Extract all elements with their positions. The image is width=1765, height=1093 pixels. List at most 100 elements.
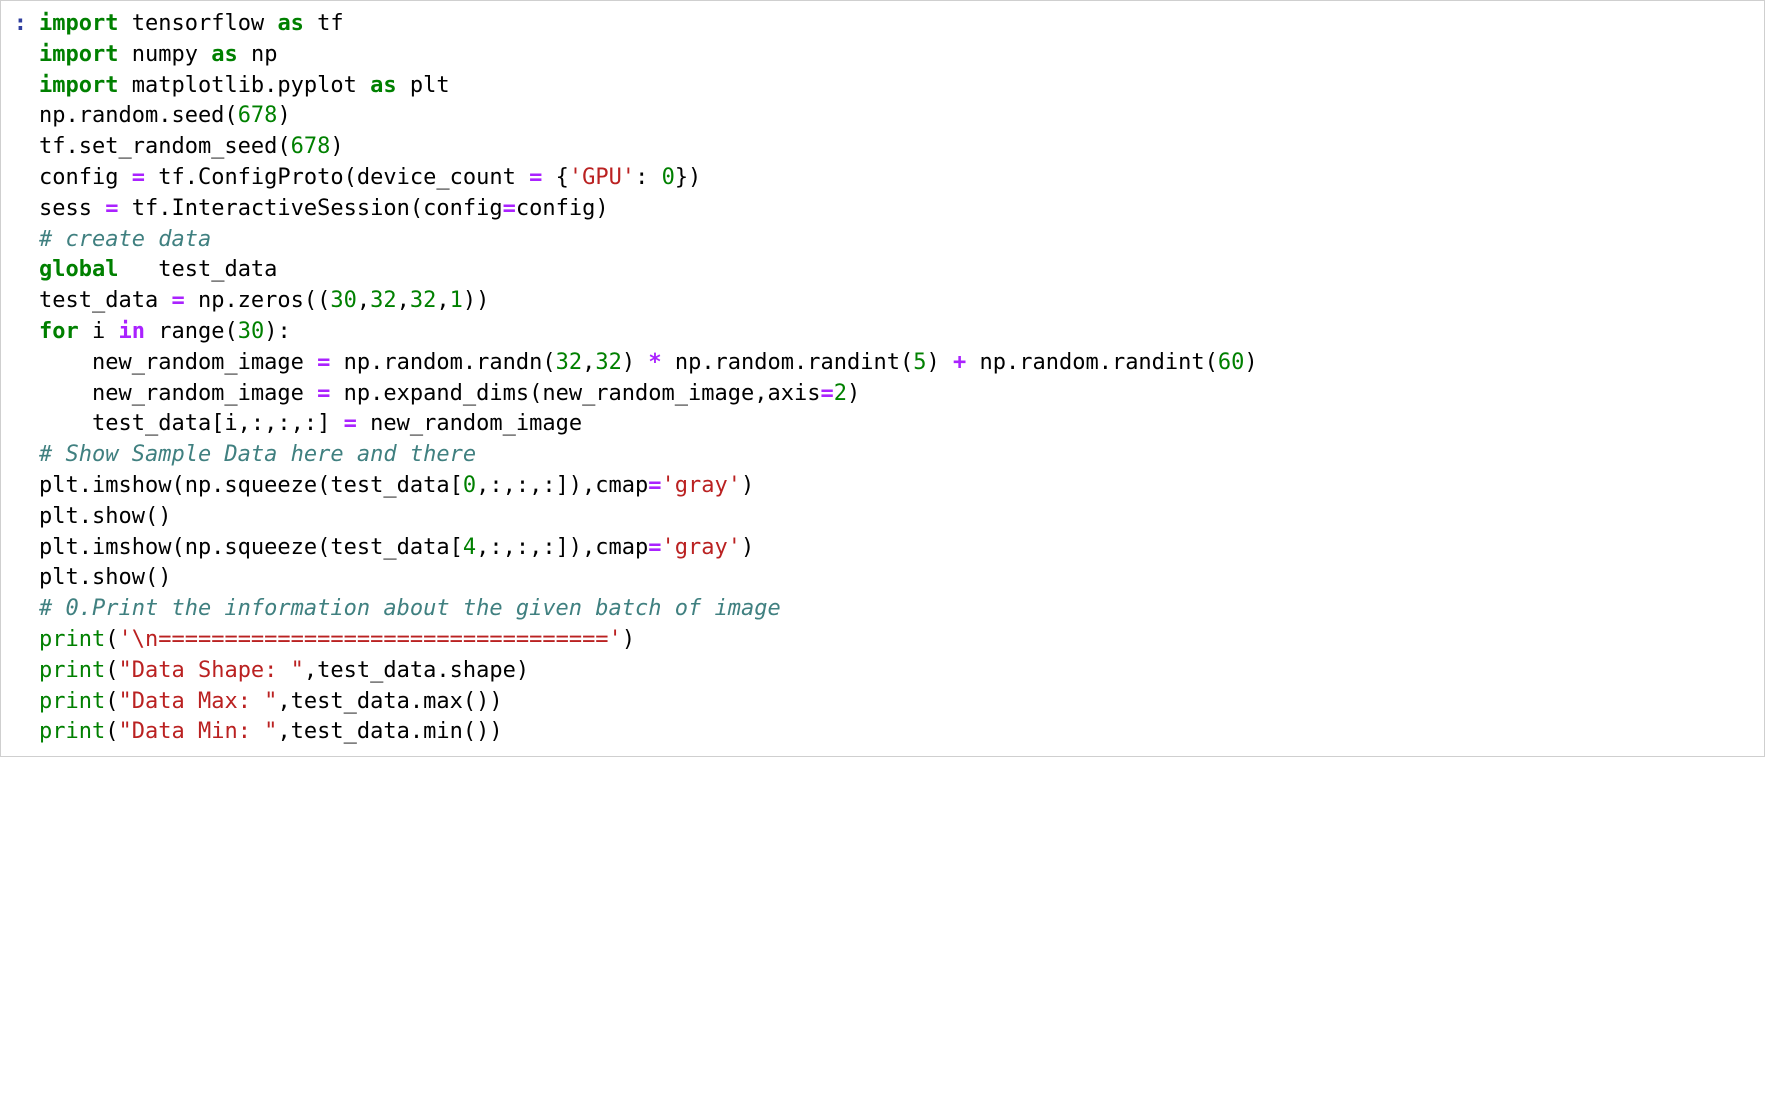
code-line: new_random_image = np.expand_dims(new_ra… xyxy=(39,379,1756,410)
code-line: plt.imshow(np.squeeze(test_data[4,:,:,:]… xyxy=(39,533,1756,564)
token-kw: as xyxy=(277,11,304,36)
token-num: 0 xyxy=(463,473,476,498)
token-plain: plt.imshow(np.squeeze(test_data[ xyxy=(39,473,463,498)
token-num: 5 xyxy=(913,350,926,375)
token-str: '\n==================================' xyxy=(118,627,621,652)
token-op: = xyxy=(317,350,330,375)
code-line: # create data xyxy=(39,225,1756,256)
token-plain: ) xyxy=(622,627,635,652)
token-plain: config xyxy=(39,165,132,190)
code-line: # 0.Print the information about the give… xyxy=(39,594,1756,625)
token-num: 30 xyxy=(238,319,265,344)
token-str: 'gray' xyxy=(662,473,741,498)
code-line: plt.show() xyxy=(39,563,1756,594)
token-plain: ,:,:,:]),cmap xyxy=(476,473,648,498)
token-plain: test_data xyxy=(39,288,171,313)
token-plain: np xyxy=(238,42,278,67)
token-num: 2 xyxy=(834,381,847,406)
token-plain: tensorflow xyxy=(118,11,277,36)
token-plain: ,test_data.max()) xyxy=(277,689,502,714)
token-plain: range( xyxy=(145,319,238,344)
token-plain: plt.show() xyxy=(39,565,171,590)
token-plain: np.random.randint( xyxy=(966,350,1218,375)
code-line: config = tf.ConfigProto(device_count = {… xyxy=(39,163,1756,194)
code-line: import tensorflow as tf xyxy=(39,9,1756,40)
token-plain: np.expand_dims(new_random_image,axis xyxy=(330,381,820,406)
token-op: = xyxy=(344,411,357,436)
token-plain: ,test_data.min()) xyxy=(277,719,502,744)
token-str: 'gray' xyxy=(662,535,741,560)
code-line: import numpy as np xyxy=(39,40,1756,71)
token-kw: as xyxy=(370,73,397,98)
code-line: test_data = np.zeros((30,32,32,1)) xyxy=(39,286,1756,317)
token-num: 32 xyxy=(410,288,437,313)
token-com: # 0.Print the information about the give… xyxy=(39,596,781,621)
token-plain: plt.imshow(np.squeeze(test_data[ xyxy=(39,535,463,560)
token-num: 32 xyxy=(370,288,397,313)
token-op: = xyxy=(105,196,118,221)
token-plain: np.zeros(( xyxy=(185,288,331,313)
token-plain: { xyxy=(542,165,569,190)
code-cell: : import tensorflow as tfimport numpy as… xyxy=(0,0,1765,757)
token-str: 'GPU' xyxy=(569,165,635,190)
token-num: 30 xyxy=(330,288,357,313)
token-num: 32 xyxy=(556,350,583,375)
token-op: = xyxy=(503,196,516,221)
token-plain: sess xyxy=(39,196,105,221)
token-plain: ( xyxy=(105,627,118,652)
token-plain: ,:,:,:]),cmap xyxy=(476,535,648,560)
token-num: 4 xyxy=(463,535,476,560)
token-num: 1 xyxy=(450,288,463,313)
token-bi: print xyxy=(39,658,105,683)
token-plain: ( xyxy=(105,658,118,683)
token-plain: numpy xyxy=(118,42,211,67)
token-plain: ) xyxy=(741,535,754,560)
code-line: print('\n===============================… xyxy=(39,625,1756,656)
token-kw: for xyxy=(39,319,79,344)
token-op: + xyxy=(953,350,966,375)
token-plain: i xyxy=(79,319,119,344)
token-plain: ) xyxy=(847,381,860,406)
token-bi: print xyxy=(39,627,105,652)
token-op: * xyxy=(648,350,661,375)
token-plain: )) xyxy=(463,288,490,313)
token-plain: , xyxy=(436,288,449,313)
token-op: = xyxy=(648,473,661,498)
code-line: # Show Sample Data here and there xyxy=(39,440,1756,471)
token-kw: as xyxy=(211,42,238,67)
token-plain: matplotlib.pyplot xyxy=(118,73,370,98)
token-plain: , xyxy=(357,288,370,313)
token-plain: , xyxy=(397,288,410,313)
token-plain: : xyxy=(635,165,662,190)
code-line: global test_data xyxy=(39,255,1756,286)
token-plain: tf.ConfigProto(device_count xyxy=(145,165,529,190)
token-str: "Data Shape: " xyxy=(118,658,303,683)
token-plain: plt xyxy=(397,73,450,98)
token-plain: ): xyxy=(264,319,291,344)
token-plain: test_data xyxy=(118,257,277,282)
token-plain: config) xyxy=(516,196,609,221)
token-plain: tf.InteractiveSession(config xyxy=(118,196,502,221)
token-plain: plt.show() xyxy=(39,504,171,529)
token-plain: ( xyxy=(105,719,118,744)
token-plain: ,test_data.shape) xyxy=(304,658,529,683)
code-input[interactable]: import tensorflow as tfimport numpy as n… xyxy=(31,1,1764,756)
token-plain: tf.set_random_seed( xyxy=(39,134,291,159)
token-plain: ) xyxy=(1244,350,1257,375)
code-line: new_random_image = np.random.randn(32,32… xyxy=(39,348,1756,379)
code-line: plt.show() xyxy=(39,502,1756,533)
token-plain: tf xyxy=(304,11,344,36)
token-op: = xyxy=(171,288,184,313)
token-plain: new_random_image xyxy=(39,350,317,375)
code-line: for i in range(30): xyxy=(39,317,1756,348)
token-kw: import xyxy=(39,73,118,98)
token-num: 60 xyxy=(1218,350,1245,375)
token-plain: , xyxy=(582,350,595,375)
token-plain: np.random.randn( xyxy=(330,350,555,375)
token-plain: new_random_image xyxy=(357,411,582,436)
token-plain: ( xyxy=(105,689,118,714)
token-op: = xyxy=(648,535,661,560)
token-bi: print xyxy=(39,719,105,744)
token-plain: ) xyxy=(927,350,954,375)
token-plain: ) xyxy=(622,350,649,375)
